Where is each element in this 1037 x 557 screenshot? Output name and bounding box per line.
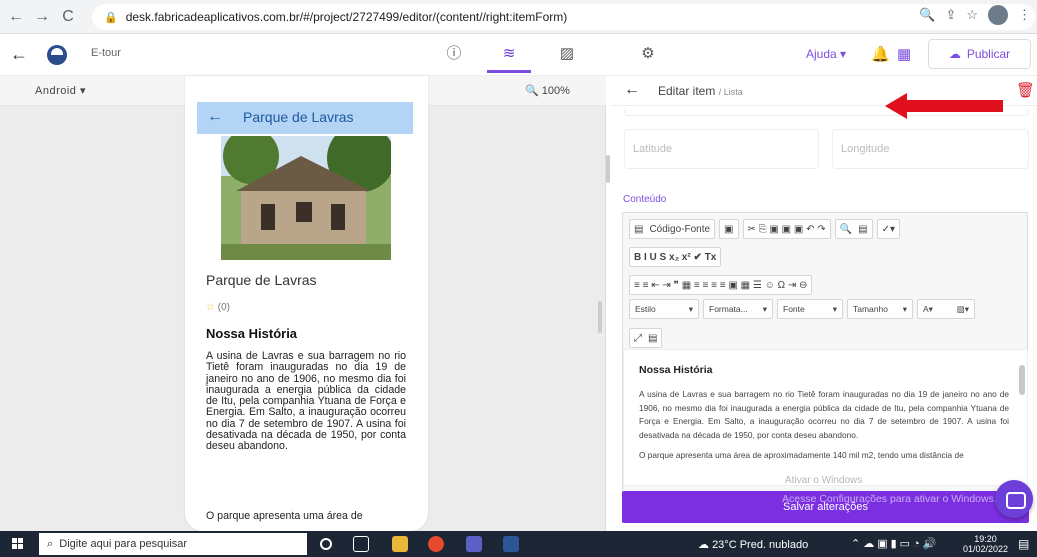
- red-arrow-annotation: [885, 93, 1003, 119]
- info-tab-icon[interactable]: ⓘ: [442, 42, 466, 66]
- weather-widget[interactable]: ☁ 23°C Pred. nublado: [698, 538, 808, 551]
- size-select[interactable]: Tamanho ▾: [847, 299, 913, 319]
- text-color-icon: A▾: [923, 303, 933, 314]
- content-label: Conteúdo: [623, 194, 667, 205]
- share-icon[interactable]: ⇪: [945, 7, 956, 23]
- place-name: Parque de Lavras: [206, 272, 317, 288]
- phone-preview: ← Parque de Lavras Parque de Lavras ☆ (0…: [185, 76, 428, 531]
- rating[interactable]: ☆ (0): [206, 302, 230, 313]
- source-code-button[interactable]: ▤ Código-Fonte: [629, 219, 716, 239]
- address-bar[interactable]: 🔒 desk.fabricadeaplicativos.com.br/#/pro…: [92, 4, 1035, 30]
- chevron-down-icon: ▾: [832, 303, 837, 314]
- zoom-control[interactable]: 🔍 100%: [525, 84, 570, 97]
- ajuda-dropdown[interactable]: Ajuda ▾: [806, 47, 846, 61]
- clock[interactable]: 19:20 01/02/2022: [963, 534, 1008, 554]
- editor-scrollbar[interactable]: [1017, 351, 1027, 484]
- place-photo: [221, 136, 391, 260]
- windows-watermark-sub: Acesse Configurações para ativar o Windo…: [782, 493, 997, 505]
- phone-back-icon[interactable]: ←: [207, 108, 223, 126]
- app-name: E-tour: [91, 47, 121, 59]
- browser-menu-icon[interactable]: ⋮: [1018, 7, 1031, 23]
- editor-content-area[interactable]: Nossa História A usina de Lavras e sua b…: [623, 349, 1028, 486]
- bookmark-star-icon[interactable]: ☆: [966, 7, 978, 23]
- pane-splitter-handle[interactable]: [598, 301, 602, 333]
- chrome-icon[interactable]: [428, 536, 444, 552]
- active-tab-indicator: [487, 70, 531, 73]
- taskbar: ⌕ Digite aqui para pesquisar ☁ 23°C Pred…: [0, 531, 1037, 557]
- source-icon: ▤: [634, 223, 644, 235]
- notification-icon[interactable]: ▤: [1018, 537, 1029, 551]
- form-title: Editar item / Lista: [658, 84, 743, 98]
- chevron-down-icon: ▾: [688, 303, 693, 314]
- platform-select[interactable]: Android ▾: [35, 84, 86, 97]
- preview-button[interactable]: ▣: [719, 219, 739, 239]
- maximize-blocks-buttons[interactable]: ⤢ ▤: [629, 328, 663, 348]
- delete-trash-icon[interactable]: 🗑: [1016, 81, 1035, 99]
- task-view-icon[interactable]: [353, 536, 369, 552]
- qr-code-icon[interactable]: ▦: [897, 45, 911, 63]
- zoom-icon: 🔍: [525, 85, 539, 97]
- star-icon: ☆: [206, 302, 215, 313]
- phone-app-bar: ← Parque de Lavras: [197, 102, 413, 134]
- windows-watermark: Ativar o Windows: [785, 475, 863, 486]
- browser-reload-button[interactable]: C: [60, 8, 76, 26]
- find-icon: 🔍: [839, 223, 853, 235]
- zoom-icon[interactable]: 🔍: [919, 7, 935, 23]
- windows-start-icon[interactable]: [12, 538, 24, 550]
- show-blocks-icon: ▤: [648, 332, 658, 344]
- publicar-button[interactable]: ☁ Publicar: [928, 39, 1031, 69]
- bg-color-icon: ▨▾: [956, 303, 969, 314]
- taskbar-search[interactable]: ⌕ Digite aqui para pesquisar: [39, 533, 307, 555]
- preview-icon: ▣: [724, 223, 734, 235]
- editor-paragraph-2: O parque apresenta uma área de aproximad…: [639, 450, 964, 460]
- cloud-icon: ☁: [698, 539, 713, 551]
- latitude-input[interactable]: Latitude: [624, 129, 819, 169]
- form-back-icon[interactable]: ←: [624, 81, 640, 99]
- format-select[interactable]: Formata... ▾: [703, 299, 773, 319]
- cloud-upload-icon: ☁: [948, 47, 961, 61]
- style-select[interactable]: Estilo ▾: [629, 299, 699, 319]
- file-explorer-icon[interactable]: [392, 536, 408, 552]
- word-icon[interactable]: [503, 536, 519, 552]
- section-body: A usina de Lavras e sua barragem no rio …: [206, 350, 406, 453]
- bell-icon[interactable]: 🔔: [871, 45, 890, 63]
- paragraph-insert-buttons[interactable]: ≡ ≡ ⇤ ⇥ ❞ ▦ ≡ ≡ ≡ ≡ ▣ ▦ ☰ ☺ Ω ⇥ ⊖: [629, 275, 813, 295]
- editor-paragraph: A usina de Lavras e sua barragem no rio …: [639, 389, 1009, 440]
- browser-toolbar: ← → C 🔒 desk.fabricadeaplicativos.com.br…: [0, 0, 1037, 34]
- url-text: desk.fabricadeaplicativos.com.br/#/proje…: [125, 10, 568, 24]
- lock-icon: 🔒: [104, 11, 118, 24]
- search-icon: ⌕: [47, 537, 60, 550]
- chat-bubble-icon[interactable]: [995, 480, 1033, 518]
- color-buttons[interactable]: A▾ ▨▾: [917, 299, 975, 319]
- layers-tab-icon[interactable]: ≋: [497, 42, 521, 66]
- spellcheck-button[interactable]: ✓▾: [876, 219, 900, 239]
- profile-avatar[interactable]: [988, 5, 1008, 25]
- app-logo: [47, 45, 67, 65]
- spellcheck-icon: ✓▾: [881, 223, 895, 235]
- image-tab-icon[interactable]: ▨: [555, 42, 579, 66]
- select-all-icon: ▤: [858, 223, 868, 235]
- app-header: ← E-tour ⓘ ≋ ▨ ⚙ Ajuda ▾ 🔔 ▦ ☁ Publicar: [0, 34, 1037, 76]
- find-button[interactable]: 🔍 ▤: [834, 219, 873, 239]
- section-body-continued: O parque apresenta uma área de: [206, 510, 363, 522]
- teams-icon[interactable]: [466, 536, 482, 552]
- settings-tab-icon[interactable]: ⚙: [636, 42, 660, 66]
- chevron-down-icon: ▾: [902, 303, 907, 314]
- browser-forward-button[interactable]: →: [34, 8, 50, 26]
- longitude-input[interactable]: Longitude: [832, 129, 1029, 169]
- cortana-icon[interactable]: [320, 538, 332, 550]
- back-arrow-icon[interactable]: ←: [10, 44, 28, 65]
- phone-screen-title: Parque de Lavras: [243, 109, 354, 125]
- system-tray-icons[interactable]: ⌃☁▣▮▭◔🔊: [851, 537, 939, 550]
- maximize-icon: ⤢: [634, 332, 642, 344]
- browser-back-button[interactable]: ←: [8, 8, 24, 26]
- section-heading: Nossa História: [206, 326, 298, 341]
- chevron-down-icon: ▾: [762, 303, 767, 314]
- clipboard-buttons[interactable]: ✂ ⎘ ▣ ▣ ▣ ↶ ↷: [742, 219, 831, 239]
- text-format-buttons[interactable]: B I U S x₂ x² ✔ Tx: [629, 247, 722, 267]
- font-select[interactable]: Fonte ▾: [777, 299, 843, 319]
- editor-heading: Nossa História: [639, 364, 713, 376]
